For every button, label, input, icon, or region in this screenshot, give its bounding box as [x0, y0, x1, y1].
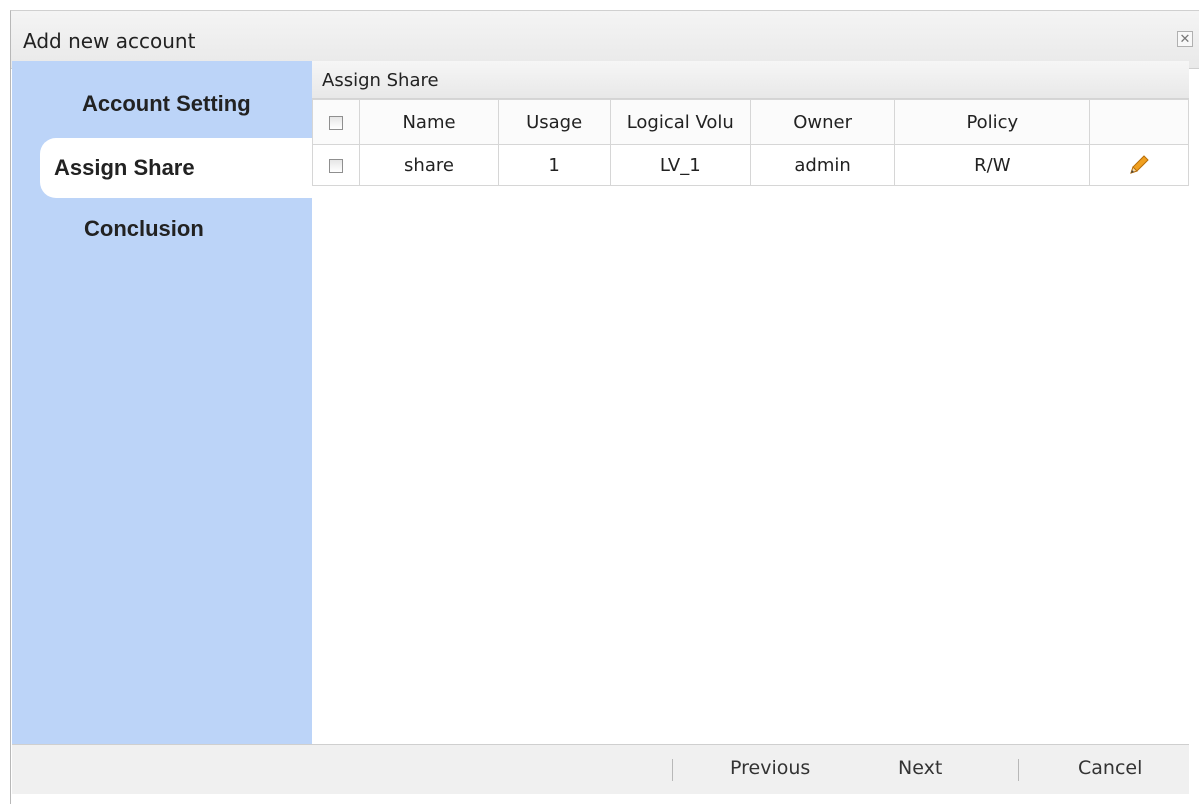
assign-share-panel: Assign Share Name Usage Logical Volu Own…: [311, 61, 1189, 744]
row-checkbox[interactable]: [329, 158, 344, 173]
footer-divider: [1018, 759, 1019, 781]
dialog-title: Add new account: [23, 29, 196, 53]
close-icon[interactable]: ✕: [1177, 31, 1193, 47]
column-header-usage[interactable]: Usage: [497, 99, 611, 145]
footer-divider: [672, 759, 673, 781]
cell-policy: R/W: [894, 144, 1091, 186]
column-header-actions: [1089, 99, 1189, 145]
cell-name: share: [359, 144, 499, 186]
sidebar-item-account-setting[interactable]: Account Setting: [82, 91, 251, 117]
cell-edit: [1089, 144, 1189, 186]
column-header-logical-volume[interactable]: Logical Volu: [609, 99, 751, 145]
next-button[interactable]: Next: [898, 757, 942, 779]
sidebar-item-conclusion[interactable]: Conclusion: [84, 216, 204, 242]
panel-header: Assign Share: [312, 61, 1189, 99]
sidebar-item-assign-share[interactable]: Assign Share: [40, 138, 312, 198]
select-all-cell: [311, 99, 361, 145]
share-table: Name Usage Logical Volu Owner Policy sha…: [311, 99, 1189, 186]
panel-title: Assign Share: [322, 70, 439, 91]
select-all-checkbox[interactable]: [329, 115, 344, 130]
column-header-owner[interactable]: Owner: [749, 99, 896, 145]
cell-usage: 1: [497, 144, 611, 186]
dialog-footer: Previous Next Cancel: [12, 744, 1189, 794]
pencil-icon[interactable]: [1127, 153, 1151, 177]
row-select-cell: [311, 144, 361, 186]
table-row[interactable]: share 1 LV_1 admin R/W: [311, 144, 1189, 186]
cell-owner: admin: [749, 144, 896, 186]
wizard-steps-sidebar: Account Setting Assign Share Conclusion: [12, 61, 312, 744]
column-header-name[interactable]: Name: [359, 99, 499, 145]
cancel-button[interactable]: Cancel: [1078, 757, 1142, 779]
cell-logical-volume: LV_1: [609, 144, 751, 186]
table-header-row: Name Usage Logical Volu Owner Policy: [311, 99, 1189, 145]
previous-button[interactable]: Previous: [730, 757, 810, 779]
column-header-policy[interactable]: Policy: [894, 99, 1091, 145]
